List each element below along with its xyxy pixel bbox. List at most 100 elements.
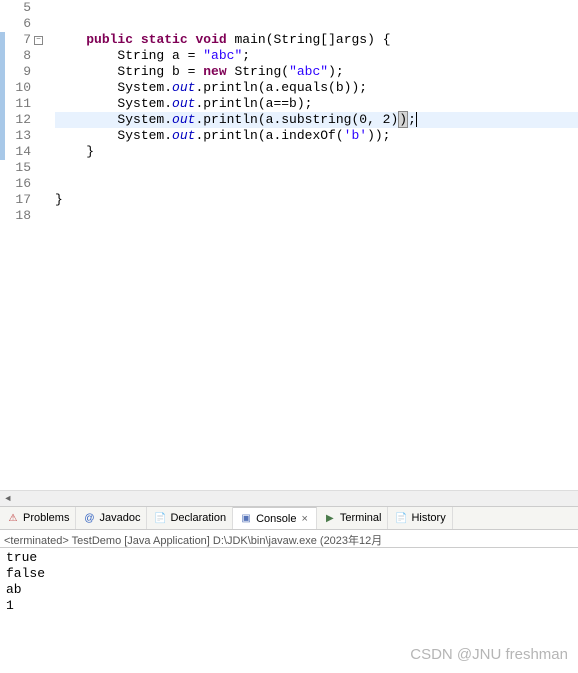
line-number: 11: [5, 96, 31, 112]
code-token: 'b': [344, 128, 367, 143]
gutter-line: 16: [0, 176, 51, 192]
code-token: [416, 112, 417, 127]
code-line[interactable]: String a = "abc";: [55, 48, 578, 64]
code-line[interactable]: [55, 0, 578, 16]
line-number: 9: [5, 64, 31, 80]
code-token: out: [172, 112, 195, 127]
code-token: public: [86, 32, 133, 47]
code-token: ));: [367, 128, 390, 143]
console-line: 1: [6, 598, 572, 614]
fold-toggle-icon[interactable]: −: [34, 36, 43, 45]
line-number: 10: [5, 80, 31, 96]
watermark: CSDN @JNU freshman: [410, 646, 568, 663]
tab-label: History: [411, 512, 445, 524]
console-line: false: [6, 566, 572, 582]
code-token: );: [328, 64, 344, 79]
console-status-line: <terminated> TestDemo [Java Application]…: [0, 530, 578, 548]
code-line[interactable]: [55, 160, 578, 176]
gutter-line: 5: [0, 0, 51, 16]
code-line[interactable]: public static void main(String[]args) {: [55, 32, 578, 48]
declaration-icon: 📄: [153, 511, 167, 525]
code-token: main(String[]args) {: [227, 32, 391, 47]
line-number: 12: [5, 112, 31, 128]
line-number: 7: [5, 32, 31, 48]
code-line[interactable]: System.out.println(a.indexOf('b'));: [55, 128, 578, 144]
code-token: new: [203, 64, 226, 79]
tab-label: Console: [256, 513, 296, 525]
code-line[interactable]: }: [55, 192, 578, 208]
code-line[interactable]: System.out.println(a==b);: [55, 96, 578, 112]
gutter-line: 12: [0, 112, 51, 128]
code-token: ): [398, 111, 408, 128]
line-number: 16: [5, 176, 31, 192]
gutter-line: 6: [0, 16, 51, 32]
problems-icon: ⚠: [6, 511, 20, 525]
code-line[interactable]: [55, 208, 578, 224]
gutter-line: 14: [0, 144, 51, 160]
console-line: true: [6, 550, 572, 566]
tab-history[interactable]: 📄History: [388, 507, 452, 529]
gutter-line: 17: [0, 192, 51, 208]
code-token: ;: [408, 112, 416, 127]
line-number: 18: [5, 208, 31, 224]
tab-declaration[interactable]: 📄Declaration: [147, 507, 233, 529]
code-token: out: [172, 128, 195, 143]
tab-label: Terminal: [340, 512, 382, 524]
code-line[interactable]: String b = new String("abc");: [55, 64, 578, 80]
line-number: 5: [5, 0, 31, 16]
gutter-line: 8: [0, 48, 51, 64]
code-token: System.: [55, 80, 172, 95]
terminal-icon: ▶: [323, 511, 337, 525]
code-token: void: [195, 32, 226, 47]
console-output[interactable]: truefalseab1: [0, 548, 578, 616]
tab-console[interactable]: ▣Console×: [233, 507, 317, 529]
code-container: 567−89101112131415161718 public static v…: [0, 0, 578, 490]
code-token: String a =: [55, 48, 203, 63]
line-number: 17: [5, 192, 31, 208]
code-token: }: [55, 144, 94, 159]
code-token: String b =: [55, 64, 203, 79]
code-token: out: [172, 80, 195, 95]
line-number: 6: [5, 16, 31, 32]
gutter: 567−89101112131415161718: [0, 0, 51, 490]
code-token: [55, 32, 86, 47]
horizontal-scrollbar[interactable]: ◄: [0, 490, 578, 506]
gutter-line: 18: [0, 208, 51, 224]
code-line[interactable]: [55, 176, 578, 192]
tab-label: Javadoc: [99, 512, 140, 524]
gutter-line: 13: [0, 128, 51, 144]
tab-label: Declaration: [170, 512, 226, 524]
javadoc-icon: @: [82, 511, 96, 525]
code-token: String(: [227, 64, 289, 79]
tab-label: Problems: [23, 512, 69, 524]
code-token: .println(a.equals(b));: [195, 80, 367, 95]
line-number: 13: [5, 128, 31, 144]
code-line[interactable]: [55, 16, 578, 32]
code-line[interactable]: System.out.println(a.equals(b));: [55, 80, 578, 96]
gutter-line: 11: [0, 96, 51, 112]
tab-javadoc[interactable]: @Javadoc: [76, 507, 147, 529]
code-line[interactable]: System.out.println(a.substring(0, 2));: [55, 112, 578, 128]
code-token: "abc": [289, 64, 328, 79]
close-icon[interactable]: ×: [299, 513, 309, 525]
code-token: .println(a.indexOf(: [195, 128, 343, 143]
code-token: "abc": [203, 48, 242, 63]
console-icon: ▣: [239, 512, 253, 526]
line-number: 14: [5, 144, 31, 160]
code-token: out: [172, 96, 195, 111]
scroll-left-arrow-icon[interactable]: ◄: [0, 491, 16, 507]
gutter-line: 7−: [0, 32, 51, 48]
tab-problems[interactable]: ⚠Problems: [0, 507, 76, 529]
line-number: 15: [5, 160, 31, 176]
code-body[interactable]: public static void main(String[]args) { …: [51, 0, 578, 490]
bottom-tabs-bar: ⚠Problems@Javadoc📄Declaration▣Console×▶T…: [0, 506, 578, 530]
code-token: ;: [242, 48, 250, 63]
history-icon: 📄: [394, 511, 408, 525]
tab-terminal[interactable]: ▶Terminal: [317, 507, 389, 529]
line-number: 8: [5, 48, 31, 64]
code-token: .println(a==b);: [195, 96, 312, 111]
gutter-line: 9: [0, 64, 51, 80]
gutter-line: 15: [0, 160, 51, 176]
gutter-line: 10: [0, 80, 51, 96]
code-line[interactable]: }: [55, 144, 578, 160]
